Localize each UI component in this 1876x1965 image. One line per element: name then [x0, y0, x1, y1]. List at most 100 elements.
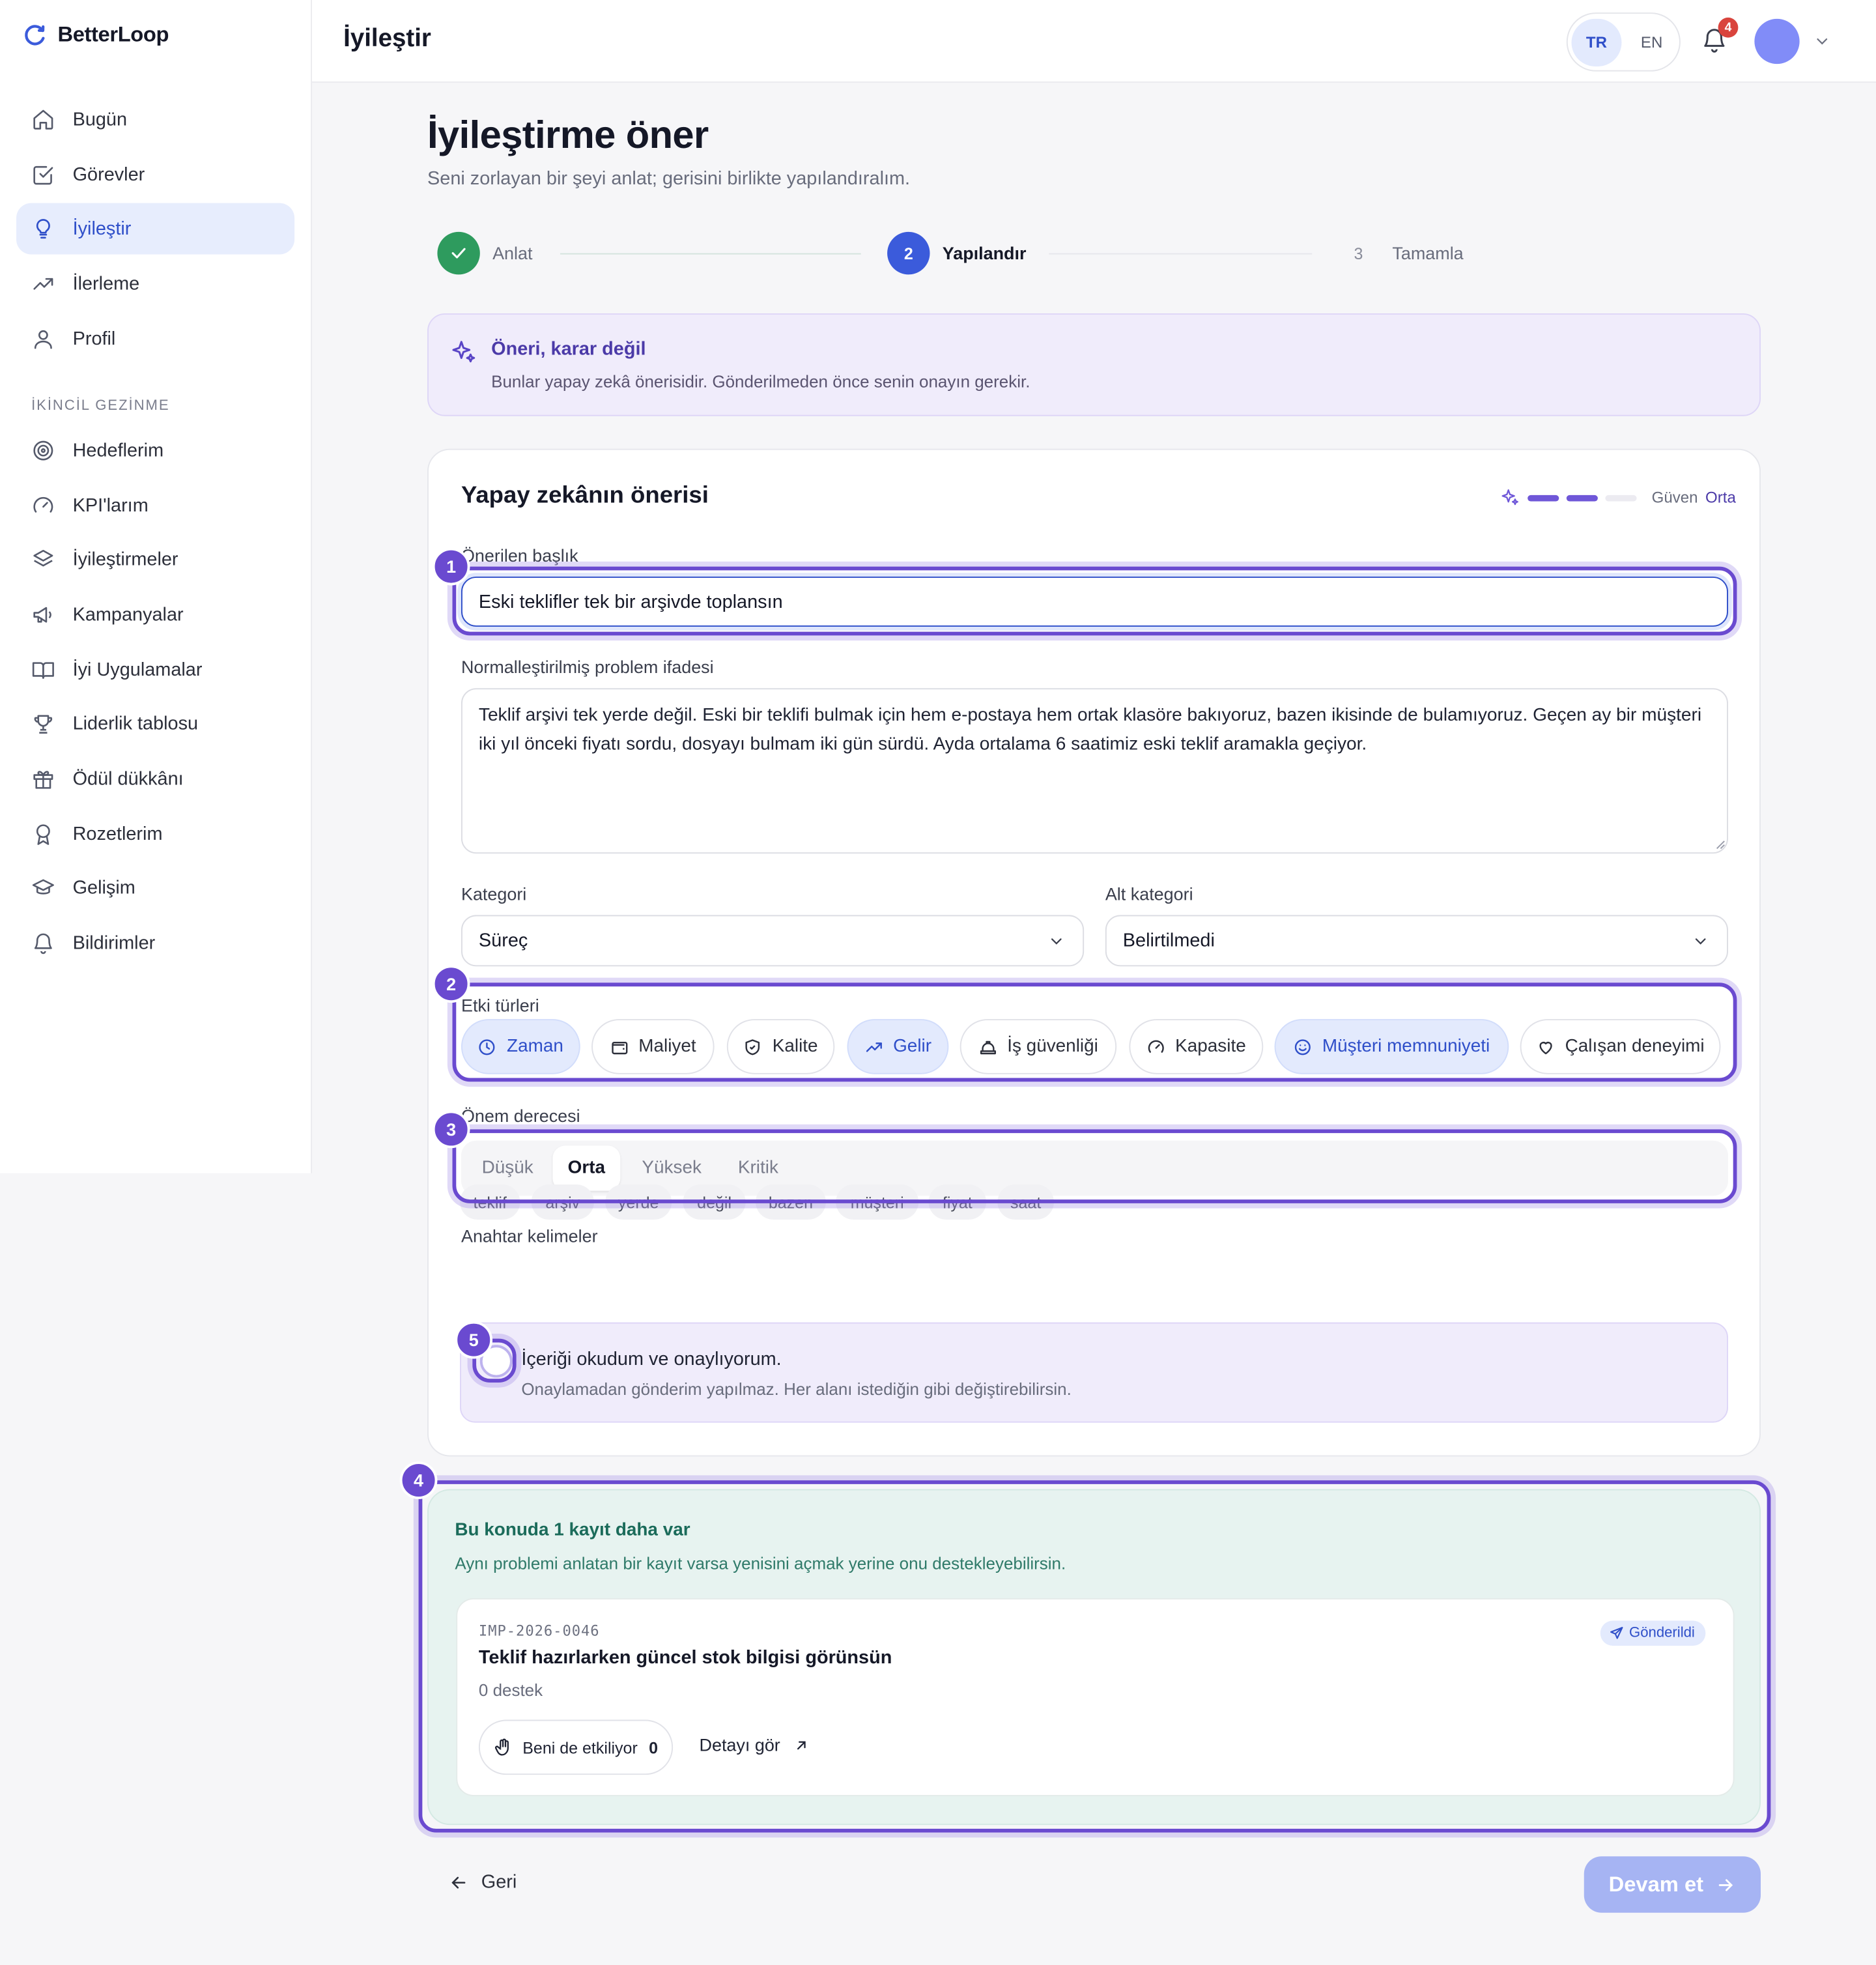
category-label: Kategori — [461, 883, 527, 904]
tour-marker-3: 3 — [432, 1110, 470, 1149]
problem-statement-label: Normalleştirilmiş problem ifadesi — [461, 657, 714, 677]
problem-statement-textarea[interactable]: Teklif arşivi tek yerde değil. Eski bir … — [461, 688, 1728, 854]
chevron-down-icon — [1051, 938, 1062, 945]
arrow-right-icon — [1719, 1878, 1733, 1891]
step-connector — [1049, 253, 1313, 255]
topbar: İyileştir TR EN 4 — [312, 0, 1876, 83]
sidebar-item-gelisim[interactable]: Gelişim — [16, 863, 294, 914]
award-icon — [36, 824, 50, 845]
app-canvas: BetterLoop Bugün Görevler İyileştir İler… — [0, 0, 1876, 1965]
suggested-title-label: Önerilen başlık — [461, 545, 578, 566]
tour-marker-1: 1 — [432, 547, 470, 586]
sidebar-item-odul-dukkani[interactable]: Ödül dükkânı — [16, 753, 294, 805]
priority-label: Önem derecesi — [461, 1105, 580, 1126]
sidebar-item-label: Liderlik tablosu — [72, 713, 199, 735]
chevron-down-icon[interactable] — [1813, 33, 1831, 50]
confidence-bar-segment — [1566, 494, 1598, 501]
sidebar-item-label: İyileştir — [72, 218, 132, 240]
sidebar-item-label: Profil — [72, 328, 116, 350]
check-icon — [451, 248, 466, 259]
sidebar-item-label: Gelişim — [72, 877, 135, 899]
step-1-label: Anlat — [492, 243, 533, 264]
sparkles-icon — [1501, 489, 1518, 506]
book-icon — [32, 662, 54, 679]
sidebar-item-label: İlerleme — [72, 273, 140, 295]
lang-en-button[interactable]: EN — [1627, 19, 1677, 66]
sparkles-icon — [452, 341, 476, 363]
confidence-bar-segment — [1528, 494, 1559, 501]
sidebar-item-bildirimler[interactable]: Bildirimler — [16, 917, 294, 969]
sidebar-item-hedeflerim[interactable]: Hedeflerim — [16, 425, 294, 476]
lang-tr-button[interactable]: TR — [1571, 18, 1622, 66]
bell-icon — [34, 933, 52, 954]
confidence-label: Güven — [1651, 489, 1698, 507]
tour-highlight-title — [452, 566, 1737, 636]
topbar-title: İyileştir — [343, 25, 431, 53]
home-icon — [33, 109, 53, 130]
sidebar-item-kampanyalar[interactable]: Kampanyalar — [16, 589, 294, 640]
tour-marker-2: 2 — [432, 965, 470, 1003]
step-2-current: 2 — [887, 231, 930, 275]
sidebar-item-label: Bildirimler — [72, 932, 156, 954]
user-icon — [34, 330, 52, 349]
ai-notice-banner: Öneri, karar değil Bunlar yapay zekâ öne… — [427, 313, 1761, 416]
continue-button[interactable]: Devam et — [1584, 1856, 1761, 1913]
sidebar-item-label: Kampanyalar — [72, 604, 184, 626]
sidebar-item-bugun[interactable]: Bugün — [16, 94, 294, 145]
consent-title: İçeriği okudum ve onaylıyorum. — [521, 1349, 782, 1370]
arrow-left-icon — [451, 1876, 466, 1888]
sidebar-item-label: Rozetlerim — [72, 823, 163, 845]
step-1-done — [437, 231, 480, 275]
gauge-icon — [33, 496, 53, 513]
sidebar-item-iyi-uygulamalar[interactable]: İyi Uygulamalar — [16, 644, 294, 696]
confidence-value: Orta — [1705, 489, 1736, 507]
keywords-label: Anahtar kelimeler — [461, 1226, 598, 1246]
sidebar-item-label: Görevler — [72, 164, 145, 186]
resize-handle-icon[interactable] — [1716, 840, 1726, 850]
sidebar-item-gorevler[interactable]: Görevler — [16, 149, 294, 201]
sidebar-item-ilerleme[interactable]: İlerleme — [16, 258, 294, 309]
sidebar-item-profil[interactable]: Profil — [16, 313, 294, 365]
sidebar-item-liderlik-tablosu[interactable]: Liderlik tablosu — [16, 698, 294, 750]
check-square-icon — [33, 165, 53, 185]
tour-marker-5: 5 — [455, 1321, 493, 1359]
step-connector — [560, 253, 861, 255]
category-select[interactable]: Süreç — [461, 915, 1085, 967]
consent-text: Onaylamadan gönderim yapılmaz. Her alanı… — [521, 1380, 1072, 1399]
sidebar-item-kpilarim[interactable]: KPI'larım — [16, 480, 294, 532]
subcategory-select[interactable]: Belirtilmedi — [1105, 915, 1728, 967]
notification-count-badge: 4 — [1718, 17, 1739, 38]
tour-highlight-impacts — [452, 982, 1737, 1082]
sidebar: BetterLoop Bugün Görevler İyileştir İler… — [0, 0, 313, 1173]
brand-name: BetterLoop — [57, 22, 169, 47]
page-title: İyileştirme öner — [427, 113, 709, 157]
sidebar-item-iyilestirmeler[interactable]: İyileştirmeler — [16, 534, 294, 586]
trending-up-icon — [33, 278, 53, 290]
confidence-indicator: Güven Orta — [1500, 487, 1736, 508]
tour-marker-4: 4 — [399, 1461, 438, 1499]
subcategory-value: Belirtilmedi — [1122, 930, 1215, 952]
loop-logo-icon — [25, 25, 45, 46]
step-3-label: Tamamla — [1392, 243, 1464, 264]
secondary-nav-heading: İKİNCİL GEZİNME — [31, 398, 170, 414]
megaphone-icon — [33, 607, 51, 623]
sidebar-item-rozetlerim[interactable]: Rozetlerim — [16, 809, 294, 860]
step-3-upcoming: 3 — [1354, 244, 1363, 263]
back-button[interactable]: Geri — [449, 1871, 517, 1893]
card-title: Yapay zekânın önerisi — [461, 482, 709, 509]
category-value: Süreç — [478, 930, 528, 952]
user-avatar[interactable] — [1754, 18, 1800, 65]
tour-highlight-priority — [452, 1129, 1737, 1203]
sidebar-item-label: Hedeflerim — [72, 440, 164, 461]
page: BetterLoop Bugün Görevler İyileştir İler… — [0, 0, 1876, 1965]
gift-icon — [33, 771, 53, 789]
continue-button-label: Devam et — [1608, 1872, 1704, 1896]
sidebar-item-label: Ödül dükkânı — [72, 768, 184, 790]
sidebar-item-iyilestir[interactable]: İyileştir — [16, 203, 295, 255]
language-toggle: TR EN — [1566, 12, 1681, 72]
back-button-label: Geri — [481, 1871, 517, 1893]
page-subtitle: Seni zorlayan bir şeyi anlat; gerisini b… — [427, 167, 911, 190]
consent-box: İçeriği okudum ve onaylıyorum. Onaylamad… — [460, 1322, 1728, 1423]
chevron-down-icon — [1695, 938, 1706, 945]
brand-logo[interactable]: BetterLoop — [23, 23, 169, 48]
